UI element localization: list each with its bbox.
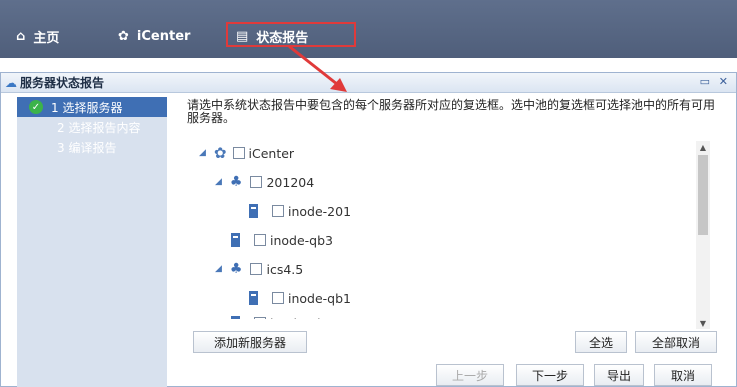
wizard-steps: ✓ 1 选择服务器 2 选择报告内容 3 编译报告: [17, 97, 167, 387]
top-nav-bar: [0, 0, 737, 66]
step-label: 1 选择服务器: [51, 100, 123, 115]
checkbox-inode-qb3[interactable]: [254, 234, 266, 246]
tree-label: ics4.5: [266, 261, 304, 277]
highlight-box: [226, 22, 356, 47]
step-label: 3 编译报告: [57, 140, 117, 155]
checkbox-inode-qb2[interactable]: [254, 317, 266, 319]
instruction-text: 请选中系统状态报告中要包含的每个服务器所对应的复选框。选中池的复选框可选择池中的…: [187, 98, 716, 125]
content-pane: 请选中系统状态报告中要包含的每个服务器所对应的复选框。选中池的复选框可选择池中的…: [187, 98, 722, 329]
tree-label: 201204: [266, 174, 315, 190]
next-button[interactable]: 下一步: [516, 364, 584, 386]
tree-node-inode-qb2[interactable]: inode-qb2: [231, 313, 333, 319]
step-select-servers[interactable]: ✓ 1 选择服务器: [17, 97, 167, 117]
server-icon: [231, 233, 240, 247]
server-group-icon: ☁: [5, 75, 17, 90]
tree-label: inode-qb3: [270, 232, 334, 248]
scroll-down-icon[interactable]: ▼: [696, 317, 710, 329]
add-server-button[interactable]: 添加新服务器: [193, 331, 307, 353]
tree-node-inode-201[interactable]: inode-201: [249, 201, 351, 221]
scroll-thumb[interactable]: [698, 155, 708, 235]
server-icon: [249, 204, 258, 218]
nav-icenter[interactable]: ✿ iCenter: [118, 26, 190, 46]
tree-node-pool-ics45[interactable]: ◢ ♣ ics4.5: [215, 259, 303, 279]
cluster-icon: ✿: [213, 144, 227, 162]
tree-scrollbar[interactable]: ▲ ▼: [696, 141, 710, 329]
expand-arrow-icon[interactable]: ◢: [215, 264, 222, 274]
cluster-icon: ✿: [118, 28, 129, 44]
step-select-content: 2 选择报告内容: [17, 117, 167, 137]
tree-node-pool-201204[interactable]: ◢ ♣ 201204: [215, 172, 314, 192]
expand-arrow-icon[interactable]: ◢: [215, 177, 222, 187]
scroll-up-icon[interactable]: ▲: [696, 141, 710, 153]
checkbox-ics45[interactable]: [250, 263, 263, 275]
cancel-button[interactable]: 取消: [654, 364, 712, 386]
tree-node-icenter[interactable]: ◢ ✿ iCenter: [199, 143, 294, 163]
dialog-header: ☁ 服务器状态报告 ▭ ✕: [1, 73, 736, 93]
nav-home[interactable]: ⌂ 主页: [16, 26, 59, 46]
check-icon: ✓: [29, 100, 43, 114]
step-compile-report: 3 编译报告: [17, 137, 167, 157]
tree-label: inode-qb1: [288, 290, 352, 306]
tree-label: inode-qb2: [270, 316, 333, 320]
nav-home-label: 主页: [33, 30, 60, 46]
server-icon: [249, 291, 258, 305]
deselect-all-button[interactable]: 全部取消: [635, 331, 717, 353]
close-icon[interactable]: ✕: [719, 75, 728, 88]
step-label: 2 选择报告内容: [57, 120, 141, 135]
minimize-icon[interactable]: ▭: [700, 75, 710, 88]
server-icon: [231, 316, 240, 319]
tree-label: iCenter: [248, 145, 295, 161]
checkbox-inode-qb1[interactable]: [272, 292, 284, 304]
checkbox-inode-201[interactable]: [272, 205, 284, 217]
expand-arrow-icon[interactable]: ◢: [199, 148, 206, 158]
checkbox-icenter[interactable]: [232, 147, 245, 159]
export-button[interactable]: 导出: [594, 364, 644, 386]
tree-node-inode-qb3[interactable]: inode-qb3: [231, 230, 333, 250]
select-all-button[interactable]: 全选: [575, 331, 627, 353]
tree-label: inode-201: [288, 203, 352, 219]
server-tree: ◢ ✿ iCenter ◢ ♣ 201204 inode-201 inode-q…: [189, 139, 699, 319]
tree-node-inode-qb1[interactable]: inode-qb1: [249, 288, 351, 308]
network-pool-icon: ♣: [229, 261, 243, 277]
house-icon: ⌂: [16, 28, 26, 44]
status-report-dialog: ☁ 服务器状态报告 ▭ ✕ ✓ 1 选择服务器 2 选择报告内容 3 编译报告 …: [0, 72, 737, 387]
nav-icenter-label: iCenter: [136, 28, 191, 44]
prev-button[interactable]: 上一步: [436, 364, 504, 386]
checkbox-201204[interactable]: [250, 176, 263, 188]
network-pool-icon: ♣: [229, 174, 243, 190]
dialog-title: 服务器状态报告: [20, 76, 105, 90]
